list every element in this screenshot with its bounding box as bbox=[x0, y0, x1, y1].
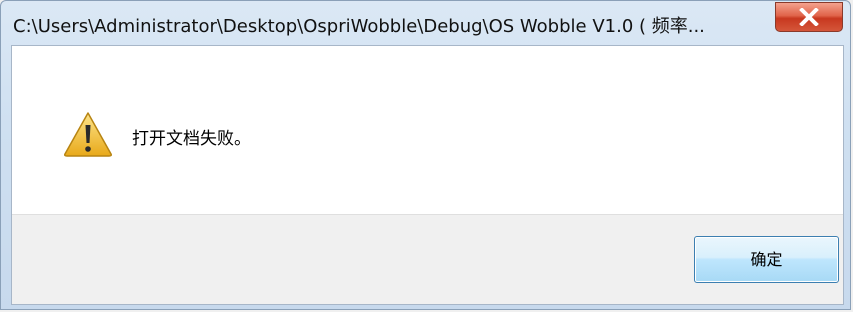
message-text: 打开文档失败。 bbox=[132, 129, 251, 149]
dialog-client-area: 打开文档失败。 确定 bbox=[11, 45, 844, 305]
message-area: 打开文档失败。 bbox=[12, 46, 843, 214]
ok-button[interactable]: 确定 bbox=[694, 236, 839, 283]
warning-icon bbox=[64, 112, 112, 157]
window-title: C:\Users\Administrator\Desktop\OspriWobb… bbox=[13, 16, 705, 37]
close-button[interactable] bbox=[775, 2, 843, 32]
title-bar[interactable]: C:\Users\Administrator\Desktop\OspriWobb… bbox=[1, 1, 850, 45]
message-box-dialog: C:\Users\Administrator\Desktop\OspriWobb… bbox=[0, 0, 851, 310]
button-bar: 确定 bbox=[12, 214, 843, 304]
close-icon bbox=[799, 8, 819, 26]
